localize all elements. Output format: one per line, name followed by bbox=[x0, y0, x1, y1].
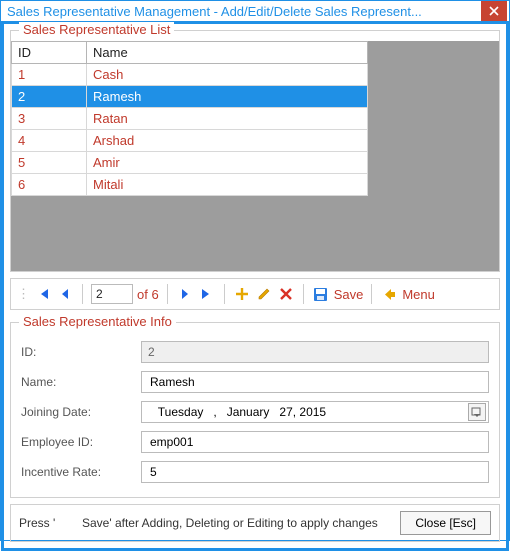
joining-label: Joining Date: bbox=[21, 405, 141, 419]
grip-icon: ⋮ bbox=[17, 286, 30, 302]
delete-icon bbox=[279, 287, 293, 301]
joining-field[interactable]: Tuesday , January 27, 2015 bbox=[141, 401, 489, 423]
page-input[interactable] bbox=[91, 284, 133, 304]
menu-label[interactable]: Menu bbox=[402, 287, 435, 302]
next-icon bbox=[179, 288, 191, 300]
table-row[interactable]: 6Mitali bbox=[12, 174, 368, 196]
incentive-label: Incentive Rate: bbox=[21, 465, 141, 479]
last-icon bbox=[200, 287, 214, 301]
name-field[interactable] bbox=[141, 371, 489, 393]
edit-button[interactable] bbox=[255, 285, 273, 303]
toolbar-divider bbox=[371, 284, 372, 304]
rep-list-group: Sales Representative List ID Name 1Cash2… bbox=[10, 30, 500, 272]
rep-table[interactable]: ID Name 1Cash2Ramesh3Ratan4Arshad5Amir6M… bbox=[11, 41, 368, 196]
rep-list-caption: Sales Representative List bbox=[19, 22, 174, 37]
cell-name[interactable]: Cash bbox=[87, 64, 368, 86]
nav-last-button[interactable] bbox=[198, 285, 216, 303]
cell-name[interactable]: Amir bbox=[87, 152, 368, 174]
col-id-header[interactable]: ID bbox=[12, 42, 87, 64]
cell-name[interactable]: Mitali bbox=[87, 174, 368, 196]
prev-icon bbox=[59, 288, 71, 300]
nav-first-button[interactable] bbox=[34, 285, 52, 303]
col-name-header[interactable]: Name bbox=[87, 42, 368, 64]
id-label: ID: bbox=[21, 345, 141, 359]
save-label[interactable]: Save bbox=[334, 287, 364, 302]
floppy-icon bbox=[313, 287, 328, 302]
empid-input[interactable] bbox=[148, 434, 482, 450]
cell-name[interactable]: Ratan bbox=[87, 108, 368, 130]
page-of-label: of 6 bbox=[137, 287, 159, 302]
toolbar-divider bbox=[303, 284, 304, 304]
cell-id[interactable]: 1 bbox=[12, 64, 87, 86]
table-row[interactable]: 4Arshad bbox=[12, 130, 368, 152]
status-bar: Press ' Save' after Adding, Deleting or … bbox=[10, 504, 500, 542]
back-arrow-icon bbox=[382, 287, 397, 302]
app-window: Sales Representative Management - Add/Ed… bbox=[0, 0, 510, 541]
titlebar: Sales Representative Management - Add/Ed… bbox=[1, 1, 509, 21]
cell-id[interactable]: 2 bbox=[12, 86, 87, 108]
table-row[interactable]: 1Cash bbox=[12, 64, 368, 86]
client-area: Sales Representative List ID Name 1Cash2… bbox=[1, 21, 509, 551]
cell-name[interactable]: Ramesh bbox=[87, 86, 368, 108]
table-row[interactable]: 3Ratan bbox=[12, 108, 368, 130]
add-button[interactable] bbox=[233, 285, 251, 303]
id-field: 2 bbox=[141, 341, 489, 363]
window-title: Sales Representative Management - Add/Ed… bbox=[7, 4, 422, 19]
pencil-icon bbox=[257, 287, 271, 301]
cell-id[interactable]: 5 bbox=[12, 152, 87, 174]
plus-icon bbox=[235, 287, 249, 301]
joining-value[interactable]: Tuesday , January 27, 2015 bbox=[148, 405, 326, 419]
toolbar-divider bbox=[82, 284, 83, 304]
record-navigator: ⋮ of 6 bbox=[10, 278, 500, 310]
close-esc-button[interactable]: Close [Esc] bbox=[400, 511, 491, 535]
cell-id[interactable]: 4 bbox=[12, 130, 87, 152]
close-icon bbox=[489, 6, 499, 16]
rep-list-area[interactable]: ID Name 1Cash2Ramesh3Ratan4Arshad5Amir6M… bbox=[11, 41, 499, 271]
incentive-field[interactable] bbox=[141, 461, 489, 483]
incentive-input[interactable] bbox=[148, 464, 482, 480]
id-value: 2 bbox=[148, 345, 155, 359]
menu-icon-button[interactable] bbox=[380, 285, 398, 303]
save-icon-button[interactable] bbox=[312, 285, 330, 303]
toolbar-divider bbox=[167, 284, 168, 304]
name-label: Name: bbox=[21, 375, 141, 389]
status-hint: Press ' Save' after Adding, Deleting or … bbox=[19, 516, 378, 530]
empid-label: Employee ID: bbox=[21, 435, 141, 449]
cell-name[interactable]: Arshad bbox=[87, 130, 368, 152]
nav-next-button[interactable] bbox=[176, 285, 194, 303]
toolbar-divider bbox=[224, 284, 225, 304]
cell-id[interactable]: 6 bbox=[12, 174, 87, 196]
table-row[interactable]: 5Amir bbox=[12, 152, 368, 174]
window-close-button[interactable] bbox=[481, 1, 507, 21]
rep-info-group: Sales Representative Info ID: 2 Name: Jo… bbox=[10, 322, 500, 498]
delete-button[interactable] bbox=[277, 285, 295, 303]
datepicker-button[interactable] bbox=[468, 403, 486, 421]
nav-prev-button[interactable] bbox=[56, 285, 74, 303]
calendar-dropdown-icon bbox=[471, 406, 483, 418]
empid-field[interactable] bbox=[141, 431, 489, 453]
cell-id[interactable]: 3 bbox=[12, 108, 87, 130]
name-input[interactable] bbox=[148, 374, 482, 390]
table-row[interactable]: 2Ramesh bbox=[12, 86, 368, 108]
rep-info-caption: Sales Representative Info bbox=[19, 314, 176, 329]
first-icon bbox=[36, 287, 50, 301]
